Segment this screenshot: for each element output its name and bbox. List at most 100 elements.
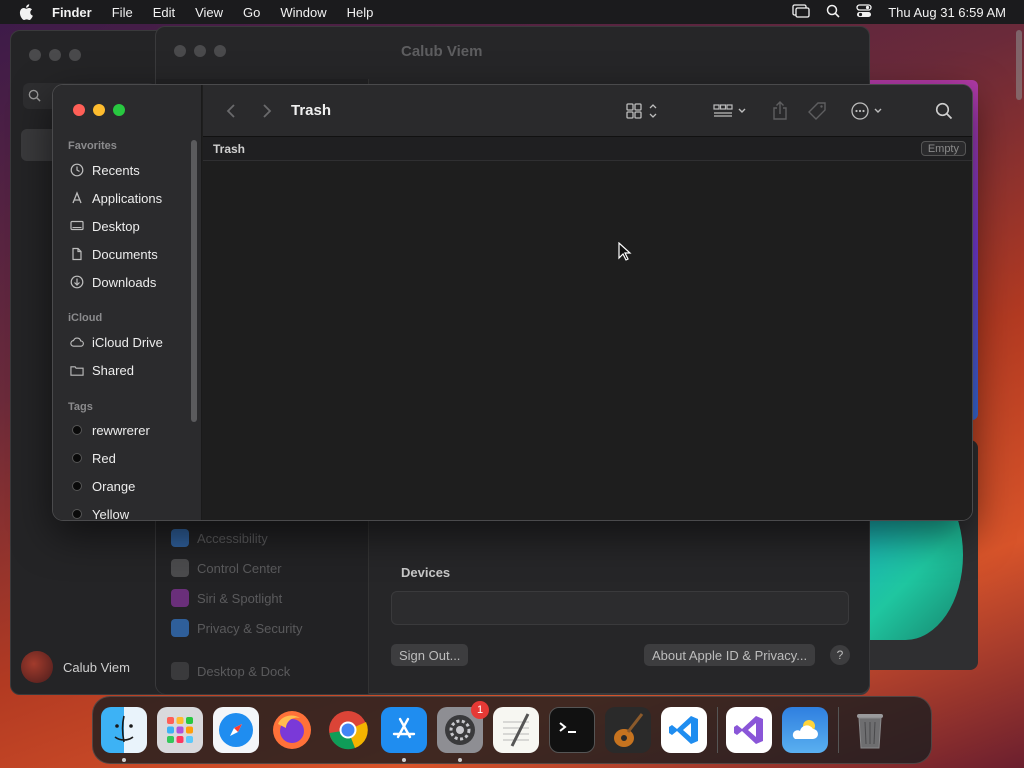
more-actions-button[interactable] [849,100,889,122]
zoom-button[interactable] [69,49,81,61]
tag-dot-icon [72,453,82,463]
dock-weather[interactable] [782,707,828,753]
grid-view-icon [626,103,657,119]
sidebar-item-documents[interactable]: Documents [70,244,158,264]
menu-file[interactable]: File [112,5,133,20]
tag-dot-icon [72,425,82,435]
desktop-scrollbar [1016,30,1022,100]
share-button[interactable] [769,100,791,122]
sidebar-item-downloads[interactable]: Downloads [70,272,156,292]
control-center-icon[interactable] [856,3,872,21]
sidebar-item-applications[interactable]: Applications [70,188,162,208]
sidebar-item-label: Control Center [197,560,282,576]
dock-vscode[interactable] [661,707,707,753]
zoom-button[interactable] [113,104,125,116]
sidebar-item-desktop-dock[interactable]: Desktop & Dock [171,662,290,680]
sidebar-item-privacy[interactable]: Privacy & Security [171,619,302,637]
menu-help[interactable]: Help [347,5,374,20]
help-button[interactable]: ? [830,645,850,665]
minimize-button[interactable] [93,104,105,116]
user-name: Calub Viem [63,659,130,675]
close-button[interactable] [174,45,186,57]
sidebar-item-recents[interactable]: Recents [70,160,140,180]
dock-app-store[interactable] [381,707,427,762]
dock-finder[interactable] [101,707,147,762]
menu-edit[interactable]: Edit [153,5,175,20]
dock-launchpad[interactable] [157,707,203,753]
menu-go[interactable]: Go [243,5,260,20]
minimize-button[interactable] [194,45,206,57]
firefox-icon [273,711,311,749]
forward-button[interactable] [257,101,277,121]
search-icon [935,102,953,120]
zoom-button[interactable] [214,45,226,57]
sidebar-item-label: Red [92,450,116,466]
menu-clock[interactable]: Thu Aug 31 6:59 AM [888,5,1006,20]
search-button[interactable] [933,100,955,122]
sidebar-tag-rewwrerer[interactable]: rewwrerer [70,420,150,440]
menu-app-name[interactable]: Finder [52,5,92,20]
sidebar-item-label: iCloud Drive [92,334,163,350]
hand-icon [171,619,189,637]
chevron-right-icon [263,104,272,118]
dock-trash[interactable] [847,707,893,753]
close-button[interactable] [29,49,41,61]
app-store-icon [392,717,416,739]
sidebar-item-shared[interactable]: Shared [70,360,134,380]
sidebar-item-label: rewwrerer [92,422,150,438]
apple-menu-icon[interactable] [18,4,34,20]
tags-header: Tags [68,401,93,413]
sidebar-item-label: Applications [92,190,163,206]
sidebar-item-icloud-drive[interactable]: iCloud Drive [70,332,163,352]
sidebar-item-label: Desktop & Dock [197,663,291,679]
terminal-icon [559,722,576,733]
accessibility-icon [171,529,189,547]
sidebar-tag-orange[interactable]: Orange [70,476,135,496]
control-center-icon [171,559,189,577]
sidebar-item-label: Documents [92,246,158,262]
dock-terminal[interactable] [549,707,595,753]
tag-button[interactable] [807,100,829,122]
dock-system-settings[interactable]: 1 [437,701,489,762]
dock-separator [838,707,839,753]
sign-out-button[interactable]: Sign Out... [391,644,469,666]
view-mode-button[interactable] [623,100,663,122]
group-button[interactable] [711,100,751,122]
search-icon [28,89,41,102]
sidebar-tag-yellow[interactable]: Yellow [70,504,129,520]
menu-view[interactable]: View [195,5,223,20]
avatar [21,651,53,683]
dock-safari[interactable] [213,707,259,753]
minimize-button[interactable] [49,49,61,61]
sidebar-tag-red[interactable]: Red [70,448,116,468]
sidebar-item-siri[interactable]: Siri & Spotlight [171,589,282,607]
sidebar-item-accessibility[interactable]: Accessibility [171,529,268,547]
dock-garageband[interactable] [605,707,651,753]
menu-window[interactable]: Window [280,5,326,20]
group-icon [713,104,746,117]
sidebar-item-label: Downloads [92,274,157,290]
screen-mirroring-icon[interactable] [792,3,810,21]
dock-firefox[interactable] [269,707,315,753]
dock-textedit[interactable] [493,707,539,753]
empty-trash-button[interactable]: Empty [920,141,966,156]
window-controls [73,104,125,116]
ellipsis-circle-icon [851,102,882,120]
file-list-area[interactable] [203,162,972,520]
dock-chrome[interactable] [325,707,371,753]
sidebar-scrollbar[interactable] [191,140,197,422]
finder-face-icon [114,715,134,743]
back-button[interactable] [221,101,241,121]
settings-user-account[interactable]: Calub Viem [21,651,130,683]
about-apple-id-button[interactable]: About Apple ID & Privacy... [644,644,816,666]
menu-bar: Finder File Edit View Go Window Help Thu… [0,0,1024,24]
shared-folder-icon [70,363,84,377]
chevron-left-icon [226,104,235,118]
sidebar-item-control-center[interactable]: Control Center [171,559,282,577]
sidebar-item-desktop[interactable]: Desktop [70,216,140,236]
close-button[interactable] [73,104,85,116]
window-title: Calub Viem [401,43,483,60]
spotlight-search-icon[interactable] [826,4,840,21]
dock-visual-studio[interactable] [726,707,772,753]
dock-icon [171,662,189,680]
